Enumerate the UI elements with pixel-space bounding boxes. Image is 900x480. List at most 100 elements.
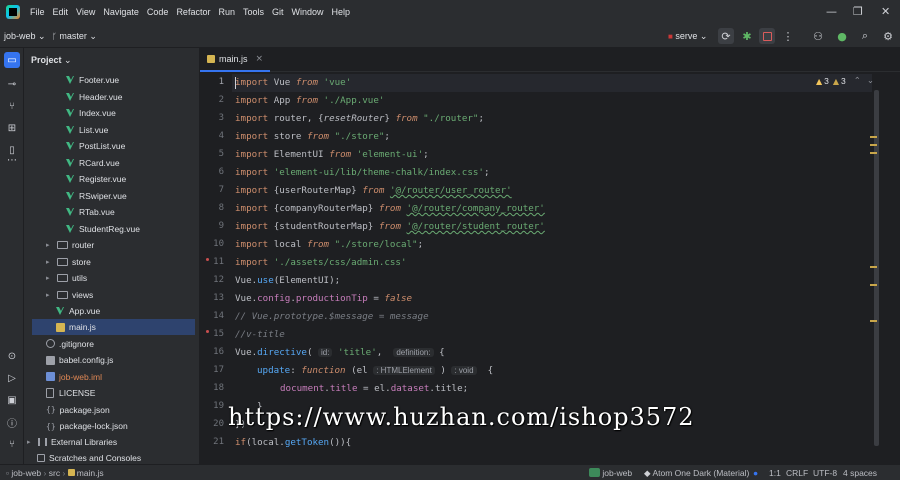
tab-main-js[interactable]: main.js × — [200, 48, 270, 72]
tree-item-gitignore[interactable]: .gitignore — [46, 336, 94, 352]
project-panel-header[interactable]: Project ⌄ — [24, 48, 199, 72]
menu-view[interactable]: View — [76, 7, 95, 17]
restore-button[interactable]: ❐ — [853, 5, 863, 18]
file-encoding[interactable]: UTF-8 — [813, 468, 837, 478]
status-dot-icon[interactable]: ● — [834, 28, 850, 44]
tree-item-list-vue[interactable]: List.vue — [66, 122, 108, 138]
tree-folder-router[interactable]: ▸ router — [46, 237, 94, 253]
chevron-up-icon[interactable]: ⌃ — [854, 76, 861, 86]
line-separator[interactable]: CRLF — [786, 468, 808, 478]
menu-file[interactable]: File — [30, 7, 45, 17]
close-window-button[interactable]: ✕ — [881, 5, 890, 18]
tree-item-babel-config[interactable]: babel.config.js — [46, 352, 113, 368]
tree-item-job-web-iml[interactable]: job-web.iml — [46, 369, 102, 385]
search-icon[interactable]: ⌕ — [857, 28, 873, 44]
menu-git[interactable]: Git — [272, 7, 284, 17]
tree-item-label: views — [72, 289, 94, 300]
change-marker — [206, 330, 209, 333]
stop-button[interactable] — [759, 28, 775, 44]
tree-folder-store[interactable]: ▸ store — [46, 254, 91, 270]
indent-setting[interactable]: 4 spaces — [843, 468, 877, 478]
tree-item-package-json[interactable]: {} package.json — [46, 402, 110, 418]
tree-item-label: RCard.vue — [79, 157, 120, 168]
add-user-icon[interactable]: ⚇ — [810, 28, 826, 44]
stop-icon — [762, 31, 772, 41]
warning-stripe[interactable] — [870, 136, 877, 138]
settings-gear-icon[interactable]: ⚙ — [880, 28, 896, 44]
code-line-7: import {userRouterMap} from '@/router/us… — [235, 185, 512, 196]
menu-run[interactable]: Run — [218, 7, 235, 17]
more-actions-icon[interactable]: ⋮ — [780, 28, 796, 44]
menu-window[interactable]: Window — [292, 7, 324, 17]
services-icon[interactable]: ⊙ — [4, 348, 20, 364]
tree-item-rswiper-vue[interactable]: RSwiper.vue — [66, 188, 127, 204]
menu-edit[interactable]: Edit — [53, 7, 69, 17]
tree-folder-views[interactable]: ▸ views — [46, 287, 93, 303]
branch-switcher[interactable]: ᚴ master ⌄ — [52, 31, 97, 42]
tree-item-external-libraries[interactable]: ▸ External Libraries — [27, 434, 117, 450]
warning-stripe[interactable] — [870, 152, 877, 154]
line-number: 2 — [218, 95, 224, 105]
text-file-icon — [46, 388, 54, 398]
warning-stripe[interactable] — [870, 144, 877, 146]
tree-item-postlist-vue[interactable]: PostList.vue — [66, 138, 125, 154]
watermark-text: https://www.huzhan.com/ishop3572 — [228, 403, 695, 431]
chevron-right-icon: ▸ — [46, 257, 50, 266]
tree-item-license[interactable]: LICENSE — [46, 385, 95, 401]
menu-refactor[interactable]: Refactor — [176, 7, 210, 17]
chevron-right-icon: ▸ — [46, 274, 50, 282]
rerun-icon[interactable]: ⟳ — [718, 28, 734, 44]
tree-item-rtab-vue[interactable]: RTab.vue — [66, 204, 115, 220]
line-number: 21 — [213, 437, 224, 447]
commit-icon[interactable]: ⊸ — [4, 76, 20, 92]
code-line-1: import Vue from 'vue' — [235, 77, 352, 88]
structure-icon[interactable]: ⊞ — [4, 120, 20, 136]
tree-item-studentreg-vue[interactable]: StudentReg.vue — [66, 221, 140, 237]
plugin-status[interactable]: job-web — [589, 468, 632, 478]
problems-icon[interactable]: ⓘ — [4, 414, 20, 430]
tree-item-index-vue[interactable]: Index.vue — [66, 105, 116, 121]
chevron-down-icon[interactable]: ⌄ — [867, 76, 874, 86]
menu-code[interactable]: Code — [147, 7, 169, 17]
tree-item-rcard-vue[interactable]: RCard.vue — [66, 155, 120, 171]
run-config-selector[interactable]: ■ serve ⌄ — [668, 31, 707, 42]
tree-item-package-lock-json[interactable]: {} package-lock.json — [46, 418, 128, 434]
tree-item-app-vue[interactable]: App.vue — [56, 303, 100, 319]
tree-item-register-vue[interactable]: Register.vue — [66, 171, 126, 187]
git-icon[interactable]: ⑂ — [4, 436, 20, 452]
tree-item-label: .gitignore — [59, 338, 94, 349]
tree-item-label: store — [72, 256, 91, 267]
config-file-icon — [46, 355, 55, 365]
menu-navigate[interactable]: Navigate — [103, 7, 139, 17]
line-number: 6 — [218, 167, 224, 177]
notification-dot-icon[interactable]: ● — [753, 468, 758, 478]
close-tab-icon[interactable]: × — [256, 54, 264, 64]
chevron-right-icon: ▸ — [46, 290, 50, 299]
warning-stripe[interactable] — [870, 320, 877, 322]
project-folder-icon[interactable]: ▭ — [4, 52, 20, 68]
warning-stripe[interactable] — [870, 266, 877, 268]
more-tools-icon[interactable]: ⋯ — [4, 152, 20, 168]
breadcrumb[interactable]: ▫ job-web › src › main.js — [6, 468, 104, 478]
debug-icon[interactable]: ✱ — [739, 28, 755, 44]
tree-item-header-vue[interactable]: Header.vue — [66, 89, 122, 105]
tree-item-main-js[interactable]: main.js — [32, 319, 195, 335]
tree-item-footer-vue[interactable]: Footer.vue — [66, 72, 119, 88]
inspection-widget[interactable]: ▲ 3 ▲ 3 ⌃ ⌄ — [816, 76, 874, 86]
project-switcher[interactable]: job-web ⌄ — [4, 31, 46, 42]
menu-tools[interactable]: Tools — [243, 7, 264, 17]
tree-folder-utils[interactable]: ▸ utils — [46, 270, 87, 286]
js-file-icon — [207, 55, 215, 63]
tree-item-scratches[interactable]: Scratches and Consoles — [37, 450, 141, 464]
pull-requests-icon[interactable]: ⑂ — [4, 98, 20, 114]
minimize-button[interactable]: — — [826, 5, 837, 18]
tree-item-label: package.json — [59, 404, 110, 415]
run-icon[interactable]: ▷ — [4, 370, 20, 386]
tree-item-label: Header.vue — [79, 91, 123, 102]
run-config-name: serve — [675, 31, 698, 41]
caret-position[interactable]: 1:1 — [769, 468, 781, 478]
terminal-icon[interactable]: ▣ — [4, 392, 20, 408]
menu-help[interactable]: Help — [332, 7, 351, 17]
warning-stripe[interactable] — [870, 284, 877, 286]
theme-widget[interactable]: ◆ Atom One Dark (Material) — [644, 468, 749, 479]
